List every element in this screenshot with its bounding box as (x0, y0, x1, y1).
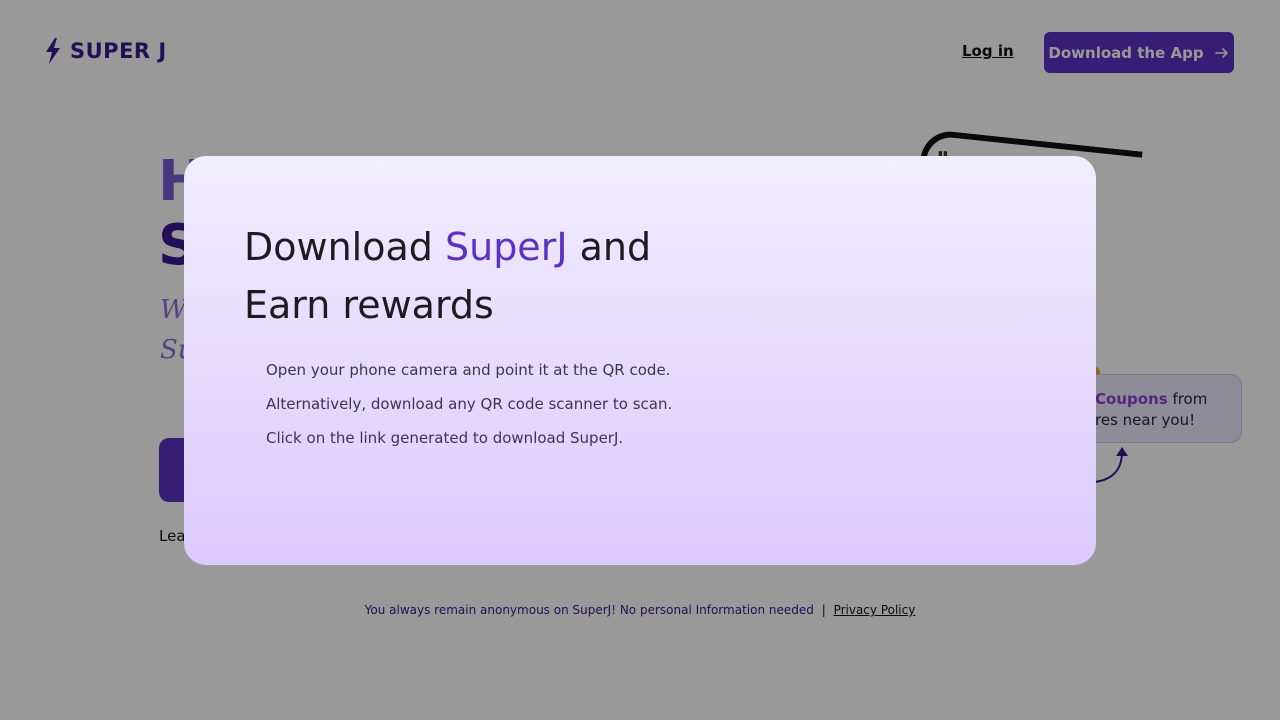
instruction-step: Alternatively, download any QR code scan… (266, 395, 673, 413)
instruction-list: Open your phone camera and point it at t… (266, 353, 672, 455)
modal-title: Download SuperJ and Earn rewards (244, 218, 804, 334)
instruction-step: Click on the link generated to download … (266, 429, 624, 447)
modal-title-line2: Earn rewards (244, 283, 494, 327)
instruction-step: Open your phone camera and point it at t… (266, 361, 671, 379)
modal-title-suffix: and (579, 225, 652, 269)
download-modal: Download SuperJ and Earn rewards Open yo… (184, 156, 1096, 565)
modal-title-prefix: Download (244, 225, 433, 269)
modal-title-brand: SuperJ (444, 225, 568, 269)
